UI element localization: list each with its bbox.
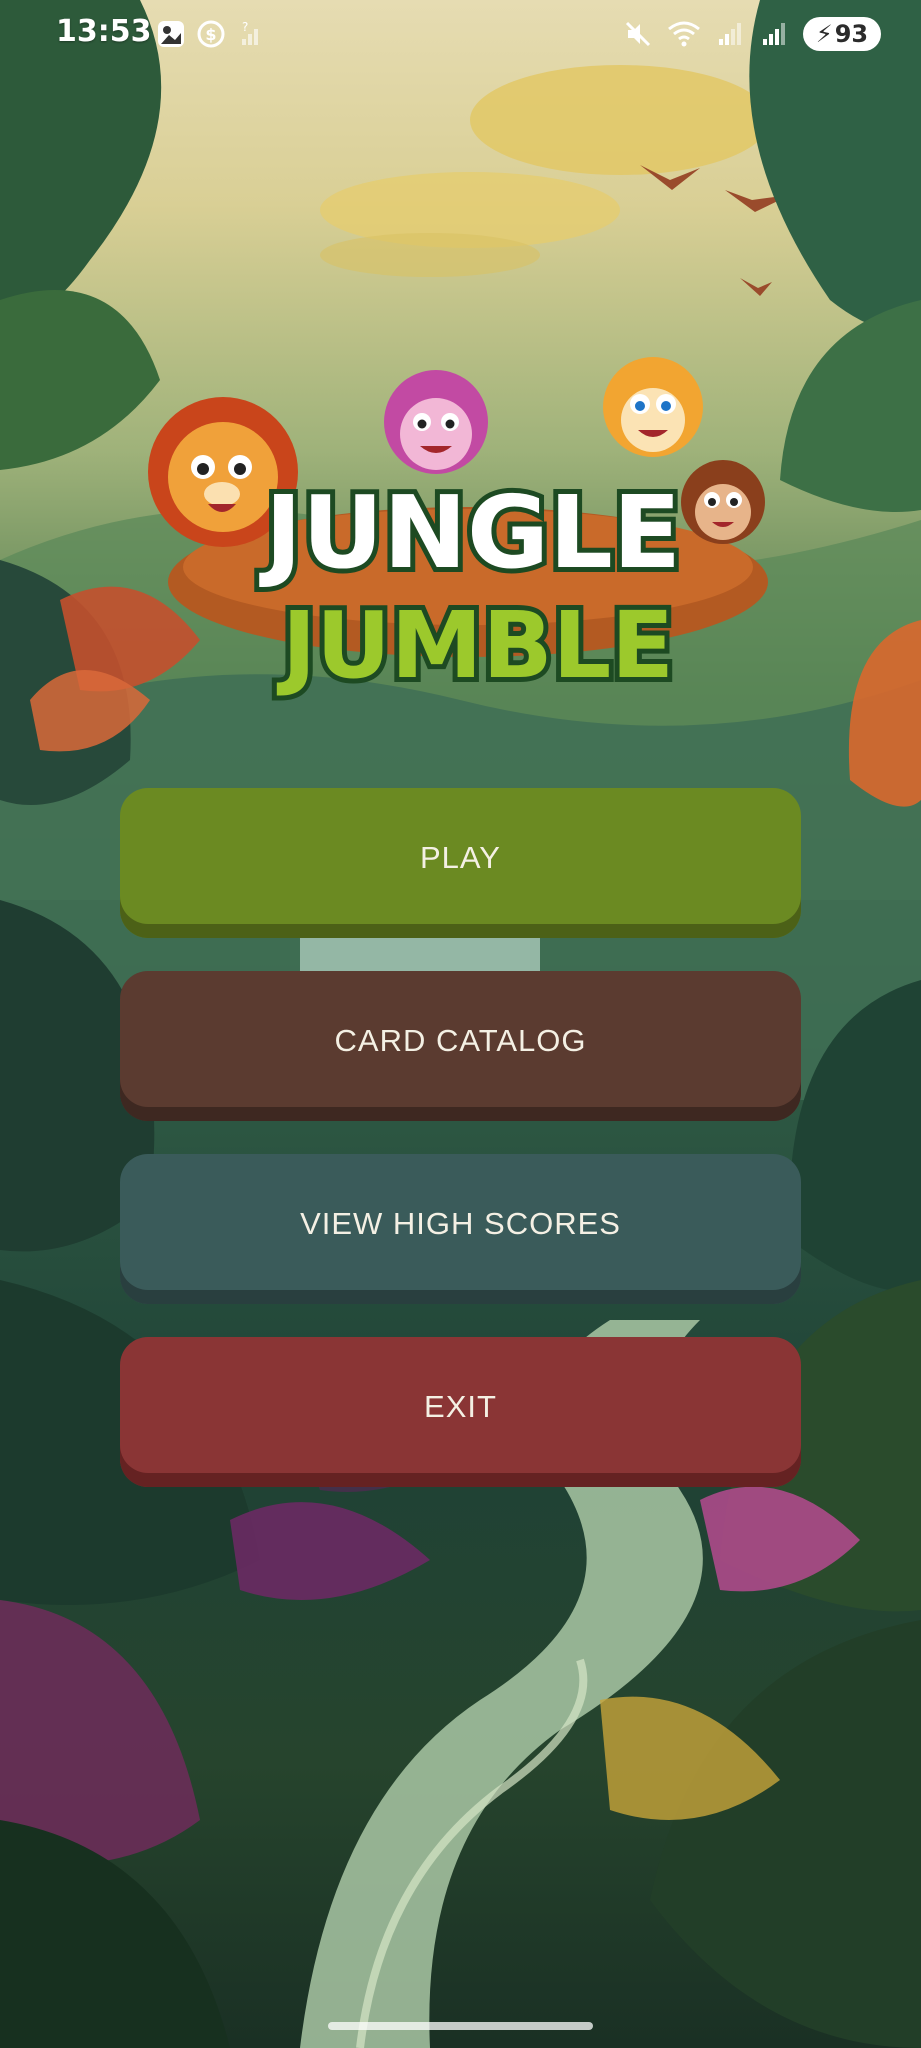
svg-text:?: ? [242, 20, 248, 34]
status-time: 13:53 [56, 14, 152, 49]
status-right-icons: ⚡ 93 [623, 14, 881, 54]
logo-line-1: JUNGLE [259, 474, 681, 591]
main-menu-screen: 13:53 $ ? ⚡ 93 JUNGLE JUMBLE PLAY CARD C… [0, 0, 921, 2048]
wifi-icon [668, 21, 700, 47]
status-bar: 13:53 $ ? ⚡ 93 [0, 0, 921, 70]
mute-icon [625, 21, 651, 47]
play-button[interactable]: PLAY [120, 788, 801, 938]
bolt-icon: ⚡ [815, 20, 833, 48]
data-saver-icon: $ [197, 20, 225, 48]
svg-text:$: $ [205, 25, 216, 44]
brown-monkey-character [681, 460, 765, 544]
no-signal-icon: ? [242, 20, 258, 45]
home-indicator[interactable] [328, 2022, 593, 2030]
battery-level: 93 [834, 20, 869, 48]
signal-icon [719, 23, 741, 45]
signal-icon-2 [763, 23, 785, 45]
battery-icon: ⚡ 93 [803, 17, 881, 51]
tiger-character [603, 357, 703, 457]
pink-monkey-character [384, 370, 488, 474]
game-logo: JUNGLE JUMBLE [148, 357, 768, 704]
gallery-icon [158, 21, 184, 47]
exit-button[interactable]: EXIT [120, 1337, 801, 1487]
logo-line-2: JUMBLE [276, 592, 674, 699]
main-menu: PLAY CARD CATALOG VIEW HIGH SCORES EXIT [120, 788, 801, 1487]
card-catalog-button[interactable]: CARD CATALOG [120, 971, 801, 1121]
view-high-scores-button[interactable]: VIEW HIGH SCORES [120, 1154, 801, 1304]
status-left-icons: $ ? [156, 16, 266, 52]
